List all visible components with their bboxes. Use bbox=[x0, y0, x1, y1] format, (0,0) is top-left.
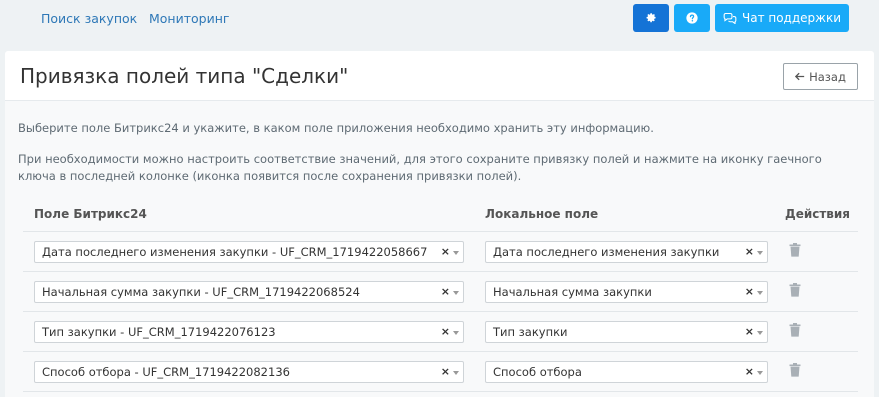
bitrix-field-select[interactable]: Способ отбора - UF_CRM_1719422082136 × bbox=[34, 361, 464, 383]
settings-button[interactable] bbox=[633, 4, 669, 32]
table-row: Способ отбора - UF_CRM_1719422082136 × С… bbox=[23, 352, 858, 392]
local-field-select[interactable]: Начальная сумма закупки × bbox=[485, 281, 768, 303]
clear-icon[interactable]: × bbox=[745, 325, 754, 338]
chevron-down-icon[interactable] bbox=[757, 331, 763, 335]
trash-icon[interactable] bbox=[789, 363, 801, 377]
local-field-value: Способ отбора bbox=[493, 365, 582, 379]
support-chat-button[interactable]: Чат поддержки bbox=[715, 4, 849, 32]
chevron-down-icon[interactable] bbox=[453, 371, 459, 375]
arrow-left-icon bbox=[795, 72, 805, 81]
help-button[interactable] bbox=[674, 4, 710, 32]
local-field-value: Дата последнего изменения закупки bbox=[493, 245, 720, 259]
local-field-value: Начальная сумма закупки bbox=[493, 285, 652, 299]
table-header: Поле Битрикс24 Локальное поле Действия bbox=[23, 196, 858, 232]
chevron-down-icon[interactable] bbox=[453, 331, 459, 335]
column-header-actions: Действия bbox=[785, 207, 851, 221]
bitrix-field-value: Дата последнего изменения закупки - UF_C… bbox=[42, 245, 428, 259]
clear-icon[interactable]: × bbox=[441, 245, 450, 258]
clear-icon[interactable]: × bbox=[745, 285, 754, 298]
local-field-select[interactable]: Способ отбора × bbox=[485, 361, 768, 383]
column-header-local: Локальное поле bbox=[485, 207, 599, 221]
back-button[interactable]: Назад bbox=[783, 63, 858, 90]
table-row: Тип закупки - UF_CRM_1719422076123 × Тип… bbox=[23, 312, 858, 352]
nav-link-search[interactable]: Поиск закупок bbox=[41, 11, 137, 26]
chevron-down-icon[interactable] bbox=[453, 251, 459, 255]
local-field-select[interactable]: Тип закупки × bbox=[485, 321, 768, 343]
clear-icon[interactable]: × bbox=[441, 325, 450, 338]
trash-icon[interactable] bbox=[789, 283, 801, 297]
card-header: Привязка полей типа "Сделки" Назад bbox=[5, 51, 874, 101]
trash-icon[interactable] bbox=[789, 323, 801, 337]
question-icon bbox=[686, 12, 698, 24]
chevron-down-icon[interactable] bbox=[757, 371, 763, 375]
local-field-select[interactable]: Дата последнего изменения закупки × bbox=[485, 241, 768, 263]
clear-icon[interactable]: × bbox=[441, 285, 450, 298]
local-field-value: Тип закупки bbox=[493, 325, 568, 339]
bitrix-field-value: Способ отбора - UF_CRM_1719422082136 bbox=[42, 365, 290, 379]
clear-icon[interactable]: × bbox=[745, 365, 754, 378]
trash-icon[interactable] bbox=[789, 243, 801, 257]
table-row: Начальная сумма закупки - UF_CRM_1719422… bbox=[23, 272, 858, 312]
table-row: Дата последнего изменения закупки - UF_C… bbox=[23, 232, 858, 272]
info-text-2: При необходимости можно настроить соотве… bbox=[18, 152, 822, 183]
bitrix-field-value: Тип закупки - UF_CRM_1719422076123 bbox=[42, 325, 276, 339]
clear-icon[interactable]: × bbox=[441, 365, 450, 378]
info-text-1: Выберите поле Битрикс24 и укажите, в как… bbox=[18, 121, 654, 135]
back-label: Назад bbox=[809, 69, 846, 84]
field-binding-card: Привязка полей типа "Сделки" Назад Выбер… bbox=[5, 51, 874, 397]
bitrix-field-select[interactable]: Тип закупки - UF_CRM_1719422076123 × bbox=[34, 321, 464, 343]
page-title: Привязка полей типа "Сделки" bbox=[20, 64, 349, 88]
chevron-down-icon[interactable] bbox=[757, 251, 763, 255]
chevron-down-icon[interactable] bbox=[453, 291, 459, 295]
column-header-bitrix: Поле Битрикс24 bbox=[34, 207, 147, 221]
support-chat-label: Чат поддержки bbox=[741, 11, 842, 25]
chat-bubbles-icon bbox=[723, 12, 737, 24]
clear-icon[interactable]: × bbox=[745, 245, 754, 258]
bitrix-field-value: Начальная сумма закупки - UF_CRM_1719422… bbox=[42, 285, 360, 299]
bitrix-field-select[interactable]: Дата последнего изменения закупки - UF_C… bbox=[34, 241, 464, 263]
top-navigation: Поиск закупок Мониторинг Чат поддержки bbox=[0, 0, 879, 40]
field-mapping-table: Поле Битрикс24 Локальное поле Действия Д… bbox=[23, 196, 858, 392]
nav-link-monitoring[interactable]: Мониторинг bbox=[149, 11, 229, 26]
chevron-down-icon[interactable] bbox=[757, 291, 763, 295]
bitrix-field-select[interactable]: Начальная сумма закупки - UF_CRM_1719422… bbox=[34, 281, 464, 303]
gear-icon bbox=[646, 13, 656, 23]
